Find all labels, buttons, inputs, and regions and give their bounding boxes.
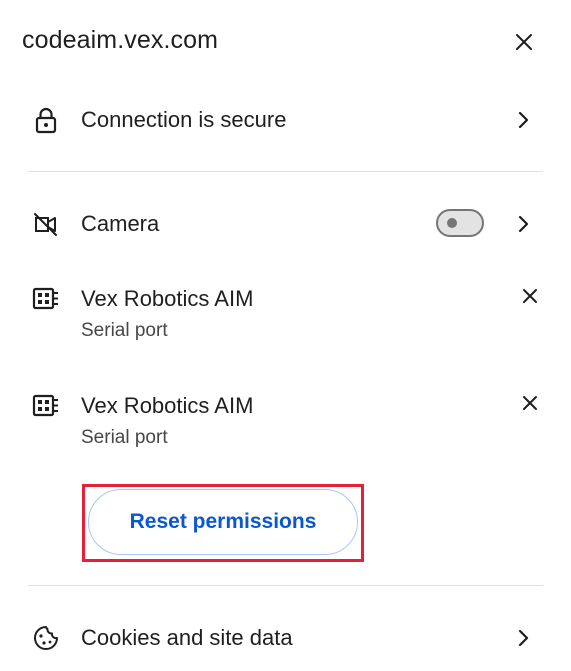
device-row: Vex Robotics AIM Serial port xyxy=(0,389,571,455)
connection-label: Connection is secure xyxy=(81,107,287,132)
close-icon xyxy=(523,396,537,410)
device-label: Vex Robotics AIM xyxy=(81,393,254,418)
device-subtitle: Serial port xyxy=(81,320,168,341)
revoke-device-button[interactable] xyxy=(516,282,544,310)
serial-port-icon xyxy=(32,392,60,420)
divider xyxy=(28,585,543,586)
camera-label: Camera xyxy=(81,211,160,236)
site-info-panel: codeaim.vex.com Connection is secure Cam… xyxy=(0,0,571,671)
chevron-right-icon xyxy=(512,624,536,652)
lock-icon xyxy=(32,106,60,134)
connection-row[interactable]: Connection is secure xyxy=(0,100,571,140)
serial-port-icon xyxy=(32,285,60,313)
camera-off-icon xyxy=(32,210,60,238)
divider xyxy=(28,171,543,172)
close-icon xyxy=(516,34,532,50)
close-button[interactable] xyxy=(508,26,540,58)
toggle-knob xyxy=(447,218,457,228)
revoke-device-button[interactable] xyxy=(516,389,544,417)
cookies-label: Cookies and site data xyxy=(81,625,293,650)
device-row: Vex Robotics AIM Serial port xyxy=(0,282,571,348)
camera-toggle[interactable] xyxy=(436,209,484,237)
camera-row[interactable]: Camera xyxy=(0,204,571,244)
device-label: Vex Robotics AIM xyxy=(81,286,254,311)
chevron-right-icon xyxy=(512,210,536,238)
reset-permissions-button[interactable]: Reset permissions xyxy=(88,489,358,555)
chevron-right-icon xyxy=(512,106,536,134)
close-icon xyxy=(523,289,537,303)
cookies-row[interactable]: Cookies and site data xyxy=(0,618,571,658)
site-title: codeaim.vex.com xyxy=(22,26,219,54)
cookie-icon xyxy=(32,624,60,652)
device-subtitle: Serial port xyxy=(81,427,168,448)
